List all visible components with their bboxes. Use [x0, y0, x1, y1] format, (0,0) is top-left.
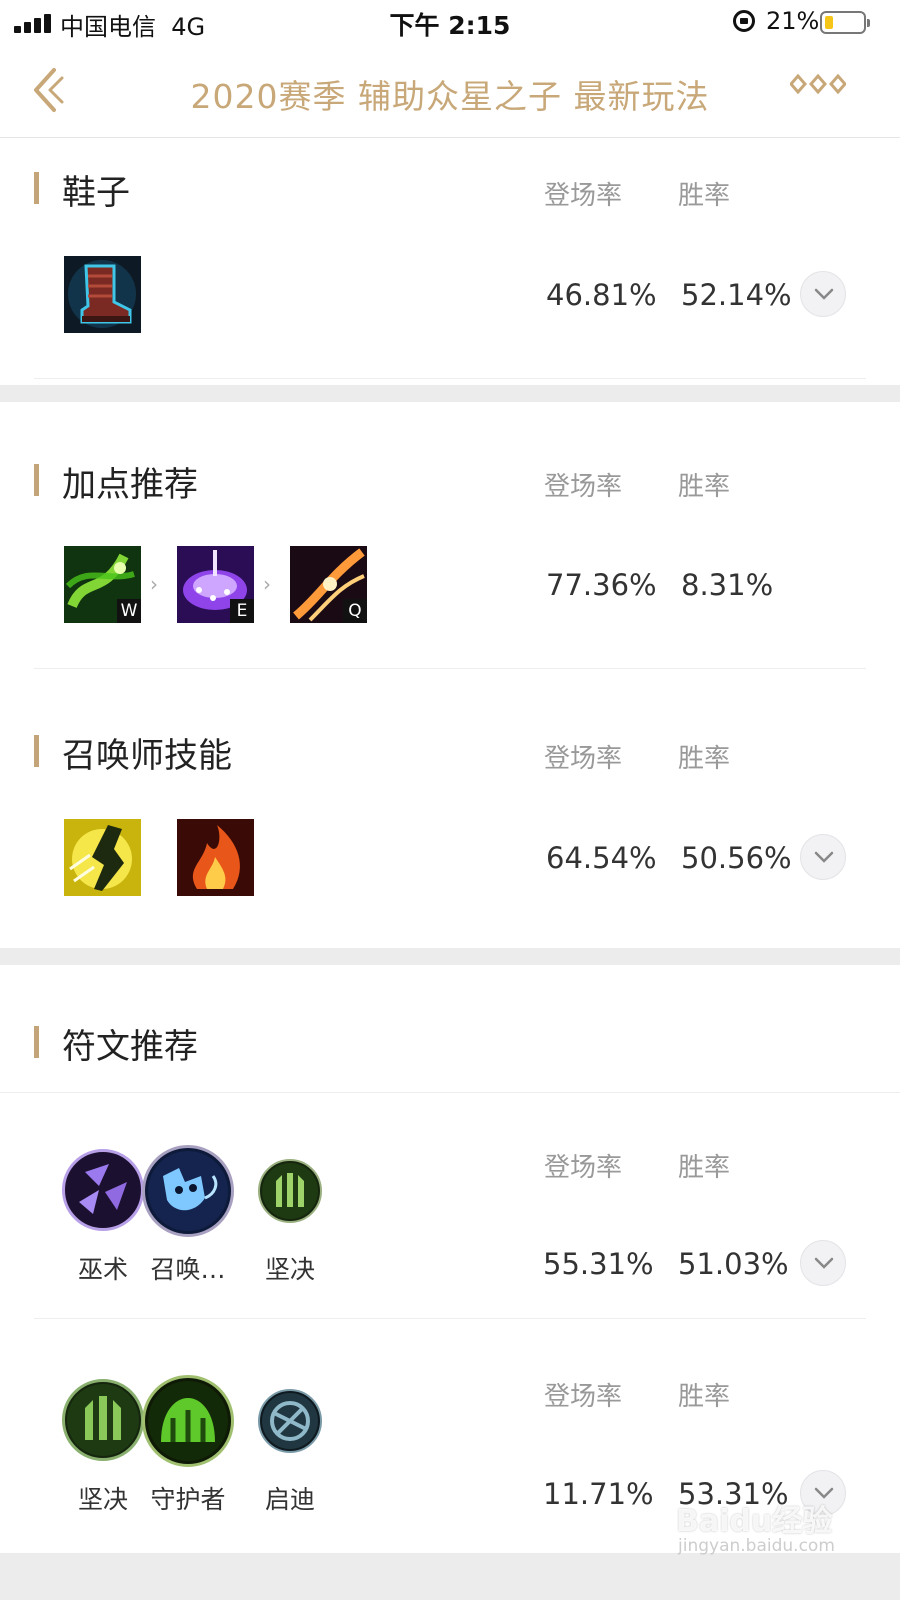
rune-set-2-pick-rate: 11.71%: [543, 1477, 654, 1511]
resolve-rune-icon: [62, 1379, 144, 1461]
skills-pick-rate: 77.36%: [546, 568, 657, 602]
page-title: 2020赛季 辅助众星之子 最新玩法: [190, 77, 710, 116]
summoner-expand-button[interactable]: [800, 834, 846, 880]
flash-spell-icon[interactable]: [64, 819, 141, 896]
rune-label: 召唤…: [150, 1255, 226, 1284]
pick-rate-header: 登场率: [544, 181, 623, 211]
pick-rate-header: 登场率: [544, 1153, 623, 1183]
win-rate-header: 胜率: [678, 472, 731, 502]
boots-pick-rate: 46.81%: [546, 278, 657, 312]
status-bar: 中国电信 4G 下午 2:15 21%: [0, 0, 900, 44]
win-rate-header: 胜率: [678, 1382, 731, 1412]
more-icon: [789, 73, 847, 95]
ignite-spell-icon[interactable]: [177, 819, 254, 896]
watermark-logo: Baidu经验: [676, 1504, 833, 1539]
skill-key-label: W: [117, 599, 141, 623]
divider: [0, 1092, 900, 1093]
pick-rate-header: 登场率: [544, 744, 623, 774]
rune-set-1-pick-rate: 55.31%: [543, 1247, 654, 1281]
rune-label: 巫术: [77, 1255, 128, 1284]
resolve-rune-icon: [258, 1159, 322, 1223]
battery-percent: 21%: [766, 7, 820, 35]
boots-expand-button[interactable]: [800, 271, 846, 317]
rune-label: 守护者: [150, 1485, 226, 1514]
win-rate-header: 胜率: [678, 181, 731, 211]
summoner-win-rate: 50.56%: [681, 841, 792, 875]
nav-bar: 2020赛季 辅助众星之子 最新玩法: [0, 44, 900, 138]
watermark-url: jingyan.baidu.com: [678, 1536, 835, 1556]
skill-w-icon[interactable]: W: [64, 546, 141, 623]
skill-key-label: E: [230, 599, 254, 623]
inspiration-rune-icon: [258, 1389, 322, 1453]
pick-rate-header: 登场率: [544, 472, 623, 502]
boots-win-rate: 52.14%: [681, 278, 792, 312]
clock: 下午 2:15: [389, 11, 511, 40]
divider: [34, 668, 866, 669]
summon-aery-rune-icon: [142, 1145, 234, 1237]
sorcery-rune-icon: [62, 1149, 144, 1231]
skill-e-icon[interactable]: E: [177, 546, 254, 623]
guardian-rune-icon: [142, 1375, 234, 1467]
win-rate-header: 胜率: [678, 1153, 731, 1183]
boots-item-icon[interactable]: [64, 256, 141, 333]
chevron-down-icon: [814, 288, 834, 300]
rune-label: 坚决: [77, 1485, 128, 1514]
rune-set-1-win-rate: 51.03%: [678, 1247, 789, 1281]
skill-key-label: Q: [343, 599, 367, 623]
section-gap: [0, 1553, 900, 1600]
divider: [34, 378, 866, 379]
win-rate-header: 胜率: [678, 744, 731, 774]
battery-icon: [820, 11, 870, 34]
rotation-lock-icon: [733, 10, 755, 32]
arrow-right-icon: ›: [263, 572, 271, 596]
rune-set-1-expand-button[interactable]: [800, 1240, 846, 1286]
rune-label: 坚决: [264, 1255, 315, 1284]
summoner-pick-rate: 64.54%: [546, 841, 657, 875]
arrow-right-icon: ›: [150, 572, 158, 596]
more-button[interactable]: [789, 73, 847, 95]
skill-q-icon[interactable]: Q: [290, 546, 367, 623]
rune-label: 启迪: [264, 1485, 315, 1514]
skills-win-rate: 8.31%: [681, 568, 774, 602]
divider: [34, 1318, 866, 1319]
section-gap: [0, 385, 900, 402]
section-gap: [0, 948, 900, 965]
chevron-down-icon: [814, 1257, 834, 1269]
chevron-down-icon: [814, 851, 834, 863]
pick-rate-header: 登场率: [544, 1382, 623, 1412]
